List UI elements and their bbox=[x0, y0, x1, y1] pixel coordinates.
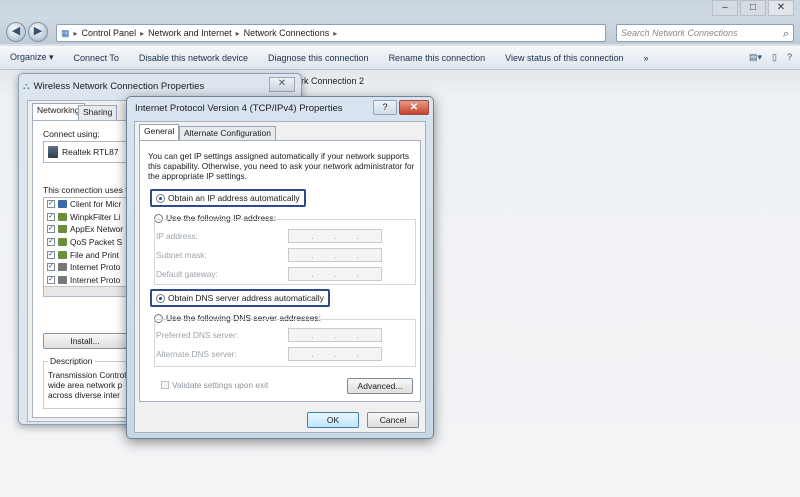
adapter-name: Realtek RTL87 bbox=[62, 147, 119, 157]
checkbox[interactable]: ✓ bbox=[47, 200, 55, 209]
radio-selected[interactable] bbox=[156, 193, 165, 203]
list-item[interactable]: ✓ WinpkFilter Li bbox=[44, 211, 134, 224]
connection-uses-label: This connection uses t bbox=[43, 185, 128, 195]
client-icon bbox=[58, 200, 67, 209]
connection-2-label[interactable]: rk Connection 2 bbox=[301, 76, 364, 86]
window-controls: – □ ✕ bbox=[712, 0, 794, 16]
checkbox[interactable]: ✓ bbox=[47, 275, 55, 284]
search-input[interactable]: Search Network Connections ⌕ bbox=[616, 24, 794, 42]
forward-icon[interactable]: ▶ bbox=[28, 22, 48, 42]
checkbox[interactable]: ✓ bbox=[47, 238, 55, 247]
description-title: Description bbox=[48, 356, 95, 366]
rename-button[interactable]: Rename this connection bbox=[379, 53, 496, 63]
description-group: Description Transmission Control wide ar… bbox=[43, 356, 137, 409]
help-icon[interactable]: ? bbox=[787, 52, 792, 63]
diagnose-button[interactable]: Diagnose this connection bbox=[258, 53, 379, 63]
description-text: Transmission Control wide area network p… bbox=[48, 370, 127, 400]
checkbox[interactable]: ✓ bbox=[47, 212, 55, 221]
connect-to-button[interactable]: Connect To bbox=[64, 53, 129, 63]
list-item[interactable]: ✓ QoS Packet S bbox=[44, 236, 134, 249]
address-bar[interactable]: ▦ ▸ Control Panel ▸ Network and Internet… bbox=[56, 24, 606, 42]
tab-sharing[interactable]: Sharing bbox=[78, 105, 118, 120]
adapter-icon bbox=[48, 146, 58, 158]
close-button[interactable]: ✕ bbox=[768, 0, 794, 16]
help-button[interactable]: ? bbox=[373, 100, 397, 115]
alternate-dns-field[interactable]: ... bbox=[288, 347, 382, 361]
items-list: ✓ Client for Micr ✓ WinpkFilter Li ✓ AppEx … bbox=[43, 197, 135, 297]
breadcrumb-network-connections[interactable]: Network Connections bbox=[244, 28, 330, 38]
list-item[interactable]: ✓ File and Print bbox=[44, 248, 134, 261]
ip-address-label: IP address: bbox=[156, 231, 198, 241]
tab-general[interactable]: General bbox=[139, 124, 180, 141]
cancel-button[interactable]: Cancel bbox=[367, 412, 419, 428]
subnet-mask-field[interactable]: ... bbox=[288, 248, 382, 262]
checkbox[interactable]: ✓ bbox=[47, 263, 55, 272]
ipv4-dialog-title: Internet Protocol Version 4 (TCP/IPv4) P… bbox=[135, 103, 343, 114]
protocol-icon bbox=[58, 263, 67, 272]
search-placeholder: Search Network Connections bbox=[621, 28, 738, 38]
protocol-icon bbox=[58, 275, 67, 284]
view-status-button[interactable]: View status of this connection bbox=[495, 53, 633, 63]
default-gateway-label: Default gateway: bbox=[156, 269, 218, 279]
advanced-button[interactable]: Advanced... bbox=[347, 378, 413, 394]
ok-button[interactable]: OK bbox=[307, 412, 359, 428]
validate-setting[interactable]: Validate settings upon exit bbox=[161, 380, 268, 390]
ipv4-properties-dialog: Internet Protocol Version 4 (TCP/IPv4) P… bbox=[126, 96, 434, 439]
connect-using-label: Connect using: bbox=[43, 129, 100, 139]
control-panel-icon: ▦ bbox=[61, 27, 70, 38]
tab-networking[interactable]: Networking bbox=[32, 103, 85, 120]
checkbox[interactable]: ✓ bbox=[47, 225, 55, 234]
wireless-properties-title: Wireless Network Connection Properties bbox=[33, 80, 205, 92]
obtain-ip-auto-radio[interactable]: Obtain an IP address automatically bbox=[150, 189, 306, 207]
service-icon bbox=[58, 238, 67, 247]
network-icon: ⛬ bbox=[23, 80, 30, 92]
search-icon[interactable]: ⌕ bbox=[783, 26, 789, 42]
intro-text: You can get IP settings assigned automat… bbox=[148, 151, 415, 181]
tab-alternate-configuration[interactable]: Alternate Configuration bbox=[179, 126, 276, 140]
toolbar: Organize ▾ Connect To Disable this netwo… bbox=[0, 46, 800, 70]
alternate-dns-label: Alternate DNS server: bbox=[156, 349, 237, 359]
breadcrumb-control-panel[interactable]: Control Panel bbox=[82, 28, 137, 38]
preview-pane-icon[interactable]: ▯ bbox=[772, 52, 777, 63]
radio-selected[interactable] bbox=[156, 293, 165, 303]
ip-address-field[interactable]: ... bbox=[288, 229, 382, 243]
service-icon bbox=[58, 225, 67, 234]
back-icon[interactable]: ◀ bbox=[6, 22, 26, 42]
list-item[interactable]: ✓ Internet Proto bbox=[44, 274, 134, 287]
install-button[interactable]: Install... bbox=[43, 333, 127, 349]
default-gateway-field[interactable]: ... bbox=[288, 267, 382, 281]
obtain-dns-auto-radio[interactable]: Obtain DNS server address automatically bbox=[150, 289, 330, 307]
preferred-dns-label: Preferred DNS server: bbox=[156, 330, 239, 340]
maximize-button[interactable]: □ bbox=[740, 0, 766, 16]
list-item[interactable]: ✓ Client for Micr bbox=[44, 198, 134, 211]
service-icon bbox=[58, 250, 67, 259]
view-options-icon[interactable]: ▤▾ bbox=[749, 52, 762, 63]
organize-button[interactable]: Organize ▾ bbox=[0, 52, 64, 63]
close-icon[interactable]: ✕ bbox=[269, 77, 295, 92]
minimize-button[interactable]: – bbox=[712, 0, 738, 16]
service-icon bbox=[58, 212, 67, 221]
close-button[interactable]: ✕ bbox=[399, 100, 429, 115]
more-toolbar-button[interactable]: » bbox=[634, 53, 659, 63]
horizontal-scrollbar[interactable] bbox=[44, 286, 134, 296]
list-item[interactable]: ✓ Internet Proto bbox=[44, 261, 134, 274]
checkbox[interactable]: ✓ bbox=[47, 250, 55, 259]
preferred-dns-field[interactable]: ... bbox=[288, 328, 382, 342]
list-item[interactable]: ✓ AppEx Networ bbox=[44, 223, 134, 236]
disable-device-button[interactable]: Disable this network device bbox=[129, 53, 258, 63]
validate-checkbox[interactable] bbox=[161, 381, 169, 389]
subnet-mask-label: Subnet mask: bbox=[156, 250, 207, 260]
breadcrumb-network-internet[interactable]: Network and Internet bbox=[148, 28, 232, 38]
